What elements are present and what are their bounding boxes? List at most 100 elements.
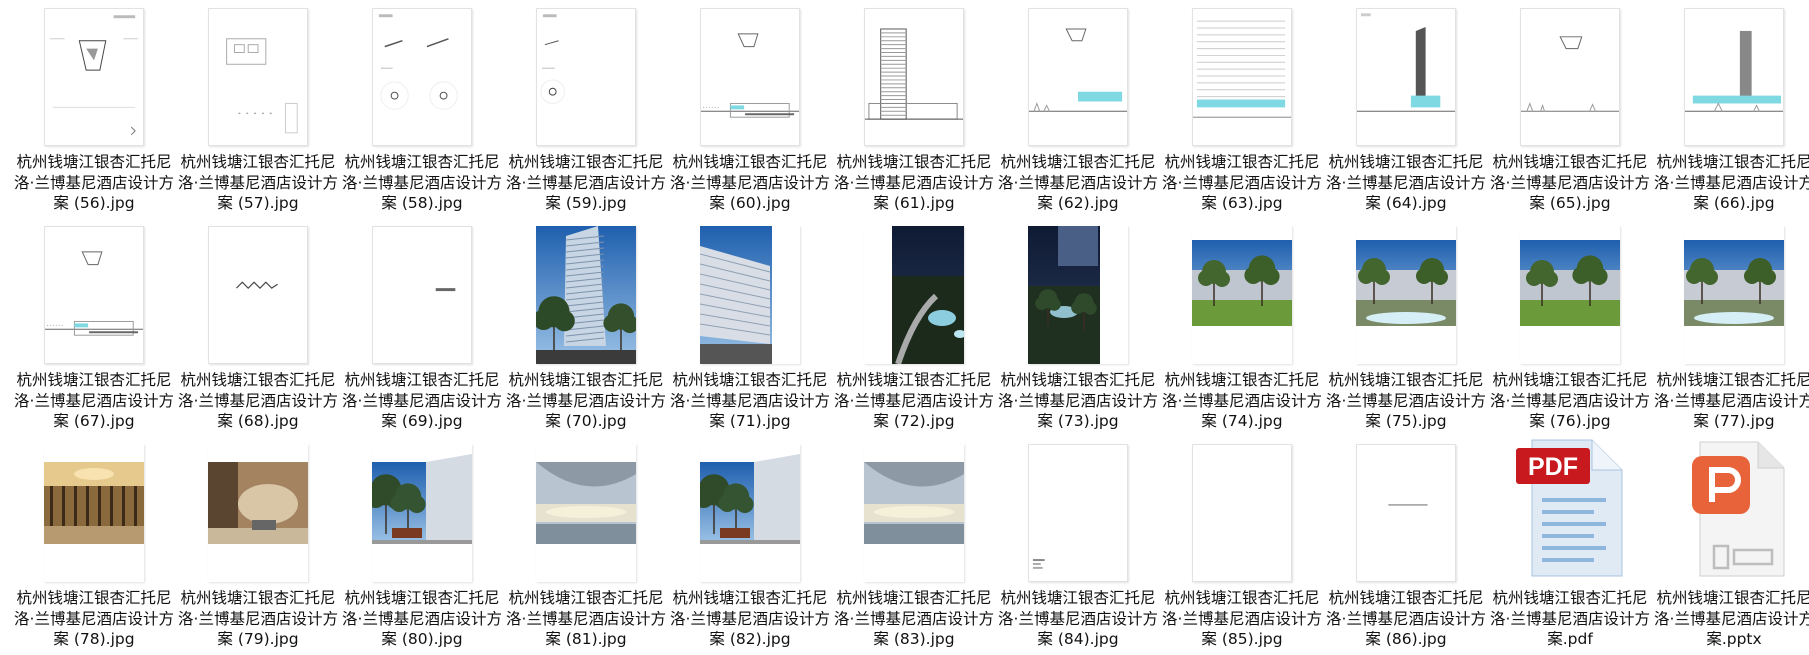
- image-thumbnail: [1028, 444, 1128, 582]
- file-item[interactable]: 杭州钱塘江银杏汇托尼洛·兰博基尼酒店设计方案.pptx: [1652, 436, 1809, 654]
- file-name-label: 杭州钱塘江银杏汇托尼洛·兰博基尼酒店设计方案 (70).jpg: [506, 371, 666, 430]
- file-item[interactable]: 杭州钱塘江银杏汇托尼洛·兰博基尼酒店设计方案 (59).jpg: [504, 0, 668, 218]
- image-thumbnail: [208, 226, 308, 364]
- file-item[interactable]: 杭州钱塘江银杏汇托尼洛·兰博基尼酒店设计方案 (82).jpg: [668, 436, 832, 654]
- image-thumbnail: [700, 226, 800, 364]
- image-thumbnail: [864, 444, 964, 582]
- file-name-label: 杭州钱塘江银杏汇托尼洛·兰博基尼酒店设计方案.pptx: [1654, 589, 1809, 648]
- file-name-label: 杭州钱塘江银杏汇托尼洛·兰博基尼酒店设计方案 (62).jpg: [998, 153, 1158, 212]
- file-name-label: 杭州钱塘江银杏汇托尼洛·兰博基尼酒店设计方案 (83).jpg: [834, 589, 994, 648]
- image-thumbnail: [372, 8, 472, 146]
- file-item[interactable]: 杭州钱塘江银杏汇托尼洛·兰博基尼酒店设计方案 (74).jpg: [1160, 218, 1324, 436]
- file-name-label: 杭州钱塘江银杏汇托尼洛·兰博基尼酒店设计方案 (67).jpg: [14, 371, 174, 430]
- image-thumbnail: [44, 8, 144, 146]
- image-thumbnail: [1192, 8, 1292, 146]
- image-thumbnail: [1684, 226, 1784, 364]
- file-item[interactable]: 杭州钱塘江银杏汇托尼洛·兰博基尼酒店设计方案 (83).jpg: [832, 436, 996, 654]
- file-item[interactable]: 杭州钱塘江银杏汇托尼洛·兰博基尼酒店设计方案 (65).jpg: [1488, 0, 1652, 218]
- file-item[interactable]: 杭州钱塘江银杏汇托尼洛·兰博基尼酒店设计方案 (63).jpg: [1160, 0, 1324, 218]
- image-thumbnail: [700, 8, 800, 146]
- file-item[interactable]: 杭州钱塘江银杏汇托尼洛·兰博基尼酒店设计方案 (68).jpg: [176, 218, 340, 436]
- file-item[interactable]: 杭州钱塘江银杏汇托尼洛·兰博基尼酒店设计方案 (73).jpg: [996, 218, 1160, 436]
- image-thumbnail: [1356, 8, 1456, 146]
- image-thumbnail: [1192, 444, 1292, 582]
- file-name-label: 杭州钱塘江银杏汇托尼洛·兰博基尼酒店设计方案 (61).jpg: [834, 153, 994, 212]
- image-thumbnail: [208, 444, 308, 582]
- file-name-label: 杭州钱塘江银杏汇托尼洛·兰博基尼酒店设计方案 (72).jpg: [834, 371, 994, 430]
- file-name-label: 杭州钱塘江银杏汇托尼洛·兰博基尼酒店设计方案 (78).jpg: [14, 589, 174, 648]
- file-item[interactable]: 杭州钱塘江银杏汇托尼洛·兰博基尼酒店设计方案 (62).jpg: [996, 0, 1160, 218]
- file-name-label: 杭州钱塘江银杏汇托尼洛·兰博基尼酒店设计方案 (57).jpg: [178, 153, 338, 212]
- image-thumbnail: [372, 226, 472, 364]
- file-item[interactable]: 杭州钱塘江银杏汇托尼洛·兰博基尼酒店设计方案 (69).jpg: [340, 218, 504, 436]
- image-thumbnail: [1356, 226, 1456, 364]
- file-item[interactable]: 杭州钱塘江银杏汇托尼洛·兰博基尼酒店设计方案 (76).jpg: [1488, 218, 1652, 436]
- file-name-label: 杭州钱塘江银杏汇托尼洛·兰博基尼酒店设计方案 (84).jpg: [998, 589, 1158, 648]
- file-item[interactable]: 杭州钱塘江银杏汇托尼洛·兰博基尼酒店设计方案 (86).jpg: [1324, 436, 1488, 654]
- file-item[interactable]: 杭州钱塘江银杏汇托尼洛·兰博基尼酒店设计方案 (71).jpg: [668, 218, 832, 436]
- file-name-label: 杭州钱塘江银杏汇托尼洛·兰博基尼酒店设计方案.pdf: [1490, 589, 1650, 648]
- file-item[interactable]: 杭州钱塘江银杏汇托尼洛·兰博基尼酒店设计方案 (60).jpg: [668, 0, 832, 218]
- file-name-label: 杭州钱塘江银杏汇托尼洛·兰博基尼酒店设计方案 (80).jpg: [342, 589, 502, 648]
- file-name-label: 杭州钱塘江银杏汇托尼洛·兰博基尼酒店设计方案 (73).jpg: [998, 371, 1158, 430]
- file-name-label: 杭州钱塘江银杏汇托尼洛·兰博基尼酒店设计方案 (77).jpg: [1654, 371, 1809, 430]
- file-item[interactable]: 杭州钱塘江银杏汇托尼洛·兰博基尼酒店设计方案 (64).jpg: [1324, 0, 1488, 218]
- image-thumbnail: [864, 8, 964, 146]
- image-thumbnail: [536, 8, 636, 146]
- file-name-label: 杭州钱塘江银杏汇托尼洛·兰博基尼酒店设计方案 (82).jpg: [670, 589, 830, 648]
- image-thumbnail: [44, 226, 144, 364]
- image-thumbnail: [1028, 226, 1128, 364]
- file-name-label: 杭州钱塘江银杏汇托尼洛·兰博基尼酒店设计方案 (86).jpg: [1326, 589, 1486, 648]
- file-item[interactable]: 杭州钱塘江银杏汇托尼洛·兰博基尼酒店设计方案 (58).jpg: [340, 0, 504, 218]
- image-thumbnail: [1192, 226, 1292, 364]
- file-item[interactable]: 杭州钱塘江银杏汇托尼洛·兰博基尼酒店设计方案 (66).jpg: [1652, 0, 1809, 218]
- file-name-label: 杭州钱塘江银杏汇托尼洛·兰博基尼酒店设计方案 (74).jpg: [1162, 371, 1322, 430]
- image-thumbnail: [536, 444, 636, 582]
- file-item[interactable]: 杭州钱塘江银杏汇托尼洛·兰博基尼酒店设计方案 (75).jpg: [1324, 218, 1488, 436]
- file-name-label: 杭州钱塘江银杏汇托尼洛·兰博基尼酒店设计方案 (76).jpg: [1490, 371, 1650, 430]
- file-grid: 杭州钱塘江银杏汇托尼洛·兰博基尼酒店设计方案 (56).jpg 杭州钱塘江银杏汇托…: [12, 0, 1809, 654]
- file-name-label: 杭州钱塘江银杏汇托尼洛·兰博基尼酒店设计方案 (59).jpg: [506, 153, 666, 212]
- file-name-label: 杭州钱塘江银杏汇托尼洛·兰博基尼酒店设计方案 (79).jpg: [178, 589, 338, 648]
- image-thumbnail: [1520, 8, 1620, 146]
- file-name-label: 杭州钱塘江银杏汇托尼洛·兰博基尼酒店设计方案 (64).jpg: [1326, 153, 1486, 212]
- file-item[interactable]: 杭州钱塘江银杏汇托尼洛·兰博基尼酒店设计方案 (78).jpg: [12, 436, 176, 654]
- file-item[interactable]: 杭州钱塘江银杏汇托尼洛·兰博基尼酒店设计方案 (79).jpg: [176, 436, 340, 654]
- file-name-label: 杭州钱塘江银杏汇托尼洛·兰博基尼酒店设计方案 (58).jpg: [342, 153, 502, 212]
- image-thumbnail: [700, 444, 800, 582]
- image-thumbnail: [864, 226, 964, 364]
- file-item[interactable]: 杭州钱塘江银杏汇托尼洛·兰博基尼酒店设计方案 (56).jpg: [12, 0, 176, 218]
- file-name-label: 杭州钱塘江银杏汇托尼洛·兰博基尼酒店设计方案 (69).jpg: [342, 371, 502, 430]
- image-thumbnail: [536, 226, 636, 364]
- file-name-label: 杭州钱塘江银杏汇托尼洛·兰博基尼酒店设计方案 (63).jpg: [1162, 153, 1322, 212]
- file-item[interactable]: 杭州钱塘江银杏汇托尼洛·兰博基尼酒店设计方案 (57).jpg: [176, 0, 340, 218]
- image-thumbnail: [1520, 226, 1620, 364]
- file-item[interactable]: 杭州钱塘江银杏汇托尼洛·兰博基尼酒店设计方案 (61).jpg: [832, 0, 996, 218]
- file-name-label: 杭州钱塘江银杏汇托尼洛·兰博基尼酒店设计方案 (60).jpg: [670, 153, 830, 212]
- file-item[interactable]: PDF 杭州钱塘江银杏汇托尼洛·兰博基尼酒店设计方案.pdf: [1488, 436, 1652, 654]
- file-name-label: 杭州钱塘江银杏汇托尼洛·兰博基尼酒店设计方案 (71).jpg: [670, 371, 830, 430]
- file-item[interactable]: 杭州钱塘江银杏汇托尼洛·兰博基尼酒店设计方案 (70).jpg: [504, 218, 668, 436]
- file-item[interactable]: 杭州钱塘江银杏汇托尼洛·兰博基尼酒店设计方案 (67).jpg: [12, 218, 176, 436]
- file-item[interactable]: 杭州钱塘江银杏汇托尼洛·兰博基尼酒店设计方案 (84).jpg: [996, 436, 1160, 654]
- image-thumbnail: [208, 8, 308, 146]
- file-name-label: 杭州钱塘江银杏汇托尼洛·兰博基尼酒店设计方案 (68).jpg: [178, 371, 338, 430]
- image-thumbnail: [372, 444, 472, 582]
- file-name-label: 杭州钱塘江银杏汇托尼洛·兰博基尼酒店设计方案 (66).jpg: [1654, 153, 1809, 212]
- image-thumbnail: [1684, 8, 1784, 146]
- file-item[interactable]: 杭州钱塘江银杏汇托尼洛·兰博基尼酒店设计方案 (80).jpg: [340, 436, 504, 654]
- image-thumbnail: [1356, 444, 1456, 582]
- file-item[interactable]: 杭州钱塘江银杏汇托尼洛·兰博基尼酒店设计方案 (72).jpg: [832, 218, 996, 436]
- file-name-label: 杭州钱塘江银杏汇托尼洛·兰博基尼酒店设计方案 (56).jpg: [14, 153, 174, 212]
- pptx-file-icon: [1678, 436, 1790, 582]
- image-thumbnail: [44, 444, 144, 582]
- file-name-label: 杭州钱塘江银杏汇托尼洛·兰博基尼酒店设计方案 (85).jpg: [1162, 589, 1322, 648]
- file-item[interactable]: 杭州钱塘江银杏汇托尼洛·兰博基尼酒店设计方案 (77).jpg: [1652, 218, 1809, 436]
- pdf-file-icon: PDF: [1514, 436, 1626, 582]
- file-name-label: 杭州钱塘江银杏汇托尼洛·兰博基尼酒店设计方案 (75).jpg: [1326, 371, 1486, 430]
- file-item[interactable]: 杭州钱塘江银杏汇托尼洛·兰博基尼酒店设计方案 (81).jpg: [504, 436, 668, 654]
- file-item[interactable]: 杭州钱塘江银杏汇托尼洛·兰博基尼酒店设计方案 (85).jpg: [1160, 436, 1324, 654]
- image-thumbnail: [1028, 8, 1128, 146]
- pdf-badge: PDF: [1528, 453, 1578, 481]
- file-name-label: 杭州钱塘江银杏汇托尼洛·兰博基尼酒店设计方案 (65).jpg: [1490, 153, 1650, 212]
